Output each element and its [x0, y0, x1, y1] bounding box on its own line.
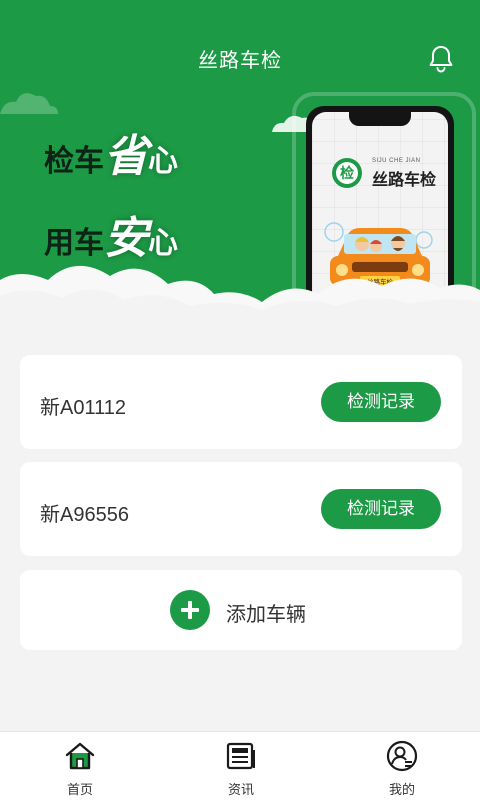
tab-mine[interactable]: 我的 — [342, 732, 462, 801]
tab-label[interactable]: 我的 — [342, 779, 462, 798]
phone-notch — [349, 112, 411, 126]
inspection-record-button[interactable]: 检测记录 — [321, 489, 441, 529]
hero-banner: 丝路车检 检车省心 用车安心 检 SIJU CHE JIAN 丝路车检 丝路车检 — [0, 0, 480, 330]
app-logo-subtext: SIJU CHE JIAN — [372, 158, 421, 164]
slogan-text: 省 — [104, 131, 148, 182]
tab-news[interactable]: 资讯 — [181, 732, 301, 801]
user-icon[interactable] — [386, 740, 418, 772]
app-logo-text: 丝路车检 — [372, 170, 437, 189]
app-logo-glyph: 检 — [340, 165, 354, 182]
slogan-line-1: 检车省心 — [44, 120, 178, 184]
news-icon[interactable] — [225, 740, 257, 772]
vehicle-plate: 新A01112 — [40, 397, 126, 419]
add-vehicle-button[interactable]: 添加车辆 — [20, 570, 462, 650]
slogan-text: 检车 — [44, 144, 104, 179]
tab-home[interactable]: 首页 — [20, 732, 140, 801]
home-icon[interactable] — [64, 740, 96, 772]
bell-icon[interactable] — [426, 44, 456, 74]
bottom-tab-bar: 首页 资讯 我的 — [0, 731, 480, 801]
inspection-record-button[interactable]: 检测记录 — [321, 382, 441, 422]
add-vehicle-label[interactable]: 添加车辆 — [226, 598, 306, 627]
app-logo-icon: 检 — [332, 158, 362, 188]
clouds-decoration — [0, 265, 480, 330]
tab-label[interactable]: 首页 — [20, 779, 140, 798]
page-title: 丝路车检 — [198, 48, 282, 72]
slogan-text: 心 — [148, 144, 178, 179]
vehicle-card: 新A01112 检测记录 — [20, 355, 462, 449]
vehicle-plate: 新A96556 — [40, 504, 129, 526]
plus-icon[interactable] — [170, 590, 210, 630]
cloud-decoration — [0, 93, 58, 114]
tab-label[interactable]: 资讯 — [181, 779, 301, 798]
vehicle-card: 新A96556 检测记录 — [20, 462, 462, 556]
